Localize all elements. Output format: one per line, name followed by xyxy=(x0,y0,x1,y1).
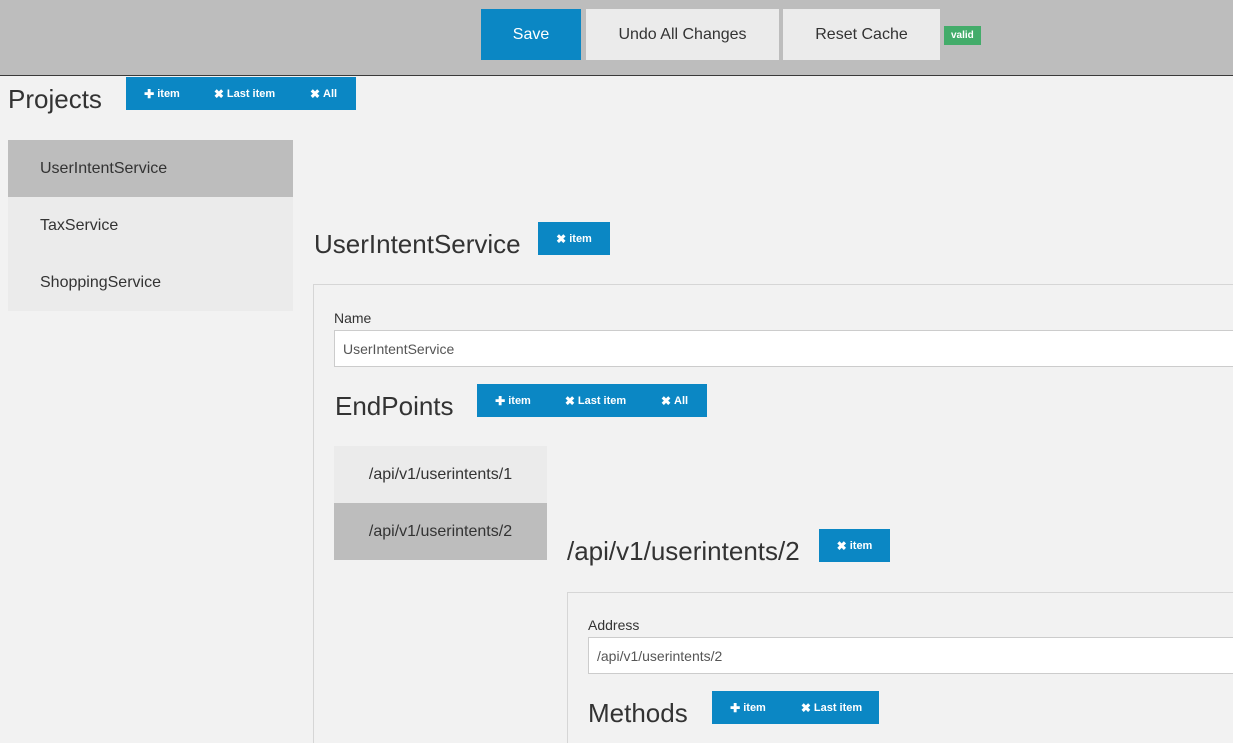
times-icon: ✖ xyxy=(564,393,575,408)
add-project-label: item xyxy=(157,87,180,100)
plus-icon: ✚ xyxy=(730,700,741,715)
remove-service-button[interactable]: ✖ item xyxy=(538,222,610,255)
add-method-button[interactable]: ✚ item xyxy=(712,691,784,724)
remove-endpoint-label: item xyxy=(849,539,873,552)
methods-title: Methods xyxy=(588,698,688,728)
add-endpoint-label: item xyxy=(508,394,531,407)
times-icon: ✖ xyxy=(556,231,567,246)
add-project-button[interactable]: ✚ item xyxy=(126,77,198,110)
project-item-taxservice[interactable]: TaxService xyxy=(8,197,293,254)
address-field[interactable] xyxy=(588,637,1233,674)
plus-icon: ✚ xyxy=(495,393,506,408)
add-endpoint-button[interactable]: ✚ item xyxy=(477,384,549,417)
endpoints-button-group: ✚ item ✖ Last item ✖ All xyxy=(477,384,707,417)
name-field[interactable] xyxy=(334,330,1233,367)
reset-cache-button[interactable]: Reset Cache xyxy=(783,9,940,60)
remove-last-endpoint-button[interactable]: ✖ Last item xyxy=(549,384,642,417)
projects-button-group: ✚ item ✖ Last item ✖ All xyxy=(126,77,356,110)
endpoint-button-group: ✖ item xyxy=(819,529,890,562)
remove-all-projects-button[interactable]: ✖ All xyxy=(291,77,356,110)
remove-last-method-label: Last item xyxy=(813,701,863,714)
endpoint-item-1[interactable]: /api/v1/userintents/1 xyxy=(334,446,547,503)
times-icon: ✖ xyxy=(836,538,847,553)
remove-all-endpoints-label: All xyxy=(674,394,689,407)
remove-endpoint-button[interactable]: ✖ item xyxy=(819,529,890,562)
remove-service-label: item xyxy=(569,232,592,245)
endpoint-item-2[interactable]: /api/v1/userintents/2 xyxy=(334,503,547,560)
top-toolbar: Save Undo All Changes Reset Cache valid xyxy=(0,0,1233,76)
save-button[interactable]: Save xyxy=(481,9,581,60)
status-badge: valid xyxy=(944,26,981,45)
name-label: Name xyxy=(334,310,372,326)
plus-icon: ✚ xyxy=(144,86,155,101)
endpoints-list: /api/v1/userintents/1 /api/v1/userintent… xyxy=(334,446,547,560)
undo-all-changes-button[interactable]: Undo All Changes xyxy=(586,9,779,60)
service-button-group: ✖ item xyxy=(538,222,610,255)
projects-list: UserIntentService TaxService ShoppingSer… xyxy=(8,140,293,311)
remove-last-endpoint-label: Last item xyxy=(577,394,627,407)
projects-title: Projects xyxy=(8,84,102,114)
project-item-shoppingservice[interactable]: ShoppingService xyxy=(8,254,293,311)
times-icon: ✖ xyxy=(213,86,224,101)
methods-button-group: ✚ item ✖ Last item xyxy=(712,691,879,724)
remove-last-project-label: Last item xyxy=(226,87,276,100)
remove-all-endpoints-button[interactable]: ✖ All xyxy=(642,384,707,417)
endpoints-title: EndPoints xyxy=(335,391,454,421)
service-title: UserIntentService xyxy=(314,229,521,259)
endpoint-title: /api/v1/userintents/2 xyxy=(567,536,800,566)
remove-last-method-button[interactable]: ✖ Last item xyxy=(784,691,879,724)
remove-all-projects-label: All xyxy=(323,87,338,100)
times-icon: ✖ xyxy=(660,393,671,408)
project-item-userintentservice[interactable]: UserIntentService xyxy=(8,140,293,197)
times-icon: ✖ xyxy=(309,86,320,101)
remove-last-project-button[interactable]: ✖ Last item xyxy=(198,77,291,110)
address-label: Address xyxy=(588,617,640,633)
times-icon: ✖ xyxy=(800,700,811,715)
add-method-label: item xyxy=(743,701,766,714)
